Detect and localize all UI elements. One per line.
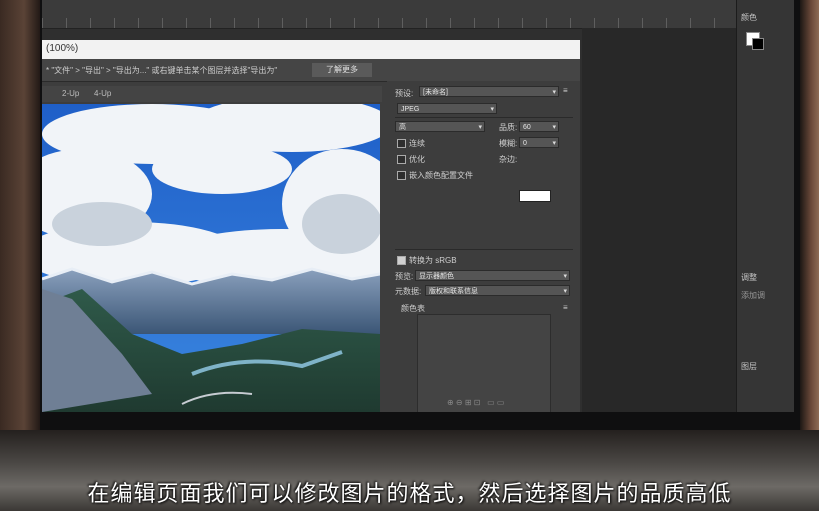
preview-dropdown[interactable]: 显示器颜色 ▾ (415, 270, 570, 281)
add-adjustment-text: 添加调 (741, 291, 765, 300)
preview-label: 预览: (395, 272, 414, 281)
preset-dropdown[interactable]: [未命名] ▾ (419, 86, 559, 97)
format-dropdown[interactable]: JPEG ▾ (397, 103, 497, 114)
embed-profile-label: 嵌入颜色配置文件 (409, 171, 473, 180)
info-bar: * "文件" > "导出" > "导出为..." 或右键单击某个图层并选择"导出… (42, 59, 580, 82)
dialog-title: (100%) (46, 43, 79, 54)
progressive-checkbox[interactable] (397, 139, 406, 148)
learn-more-button[interactable]: 了解更多 (312, 63, 372, 77)
image-preview (42, 104, 380, 412)
quality-input[interactable]: 60 ▾ (519, 121, 559, 132)
metadata-label: 元数据: (395, 287, 422, 296)
metadata-value: 版权和联系信息 (429, 288, 478, 295)
ruler (42, 0, 736, 29)
layers-panel-title[interactable]: 图层 (741, 361, 757, 372)
tab-2up[interactable]: 2-Up (62, 89, 79, 98)
color-table-label: 颜色表 (401, 304, 425, 313)
progressive-label: 连续 (409, 139, 425, 148)
metadata-dropdown[interactable]: 版权和联系信息 ▾ (425, 285, 570, 296)
color-panel-title[interactable]: 颜色 (741, 12, 757, 23)
video-subtitle: 在编辑页面我们可以修改图片的格式，然后选择图片的品质高低 (87, 482, 732, 507)
landscape-photo (42, 104, 380, 412)
preview-value: 显示器颜色 (419, 273, 454, 280)
optimized-checkbox[interactable] (397, 155, 406, 164)
blur-label: 模糊: (499, 139, 518, 148)
preset-label: 预设: (395, 89, 414, 98)
color-table-tools[interactable]: ⊕ ⊖ ⊞ ⊡ ▭ ▭ (447, 398, 505, 407)
embed-profile-checkbox[interactable] (397, 171, 406, 180)
optimized-label: 优化 (409, 155, 425, 164)
canvas-area (582, 28, 736, 412)
format-value: JPEG (401, 106, 420, 113)
dialog-titlebar: (100%) (42, 40, 580, 59)
info-text: * "文件" > "导出" > "导出为..." 或右键单击某个图层并选择"导出… (46, 66, 278, 75)
tab-4up[interactable]: 4-Up (94, 89, 111, 98)
quality-value: 高 (399, 124, 406, 131)
quality-dropdown[interactable]: 高 ▾ (395, 121, 485, 132)
matte-label: 杂边: (499, 155, 518, 164)
quality-label: 品质: (499, 123, 518, 132)
export-settings-panel: 预设: [未命名] ▾ ≡ JPEG ▾ 高 ▾ 品质: 60 ▾ 连续 模糊: 0 ▾ (387, 81, 580, 412)
color-table-menu-icon[interactable]: ≡ (563, 303, 568, 312)
convert-srgb-label: 转换为 sRGB (409, 256, 457, 265)
screen: 颜色 调整 添加调 图层 (100%) * "文件" > "导出" > "导出为… (42, 0, 794, 412)
export-as-dialog: (100%) * "文件" > "导出" > "导出为..." 或右键单击某个图… (42, 40, 580, 412)
background-color-swatch[interactable] (752, 38, 764, 50)
convert-srgb-checkbox[interactable] (397, 256, 406, 265)
preset-menu-icon[interactable]: ≡ (563, 86, 568, 95)
matte-color-swatch[interactable] (519, 190, 551, 202)
blur-input[interactable]: 0 ▾ (519, 137, 559, 148)
right-panel: 颜色 调整 添加调 图层 (736, 0, 794, 412)
quality-number: 60 (523, 124, 531, 131)
adjustments-panel-title[interactable]: 调整 (741, 272, 757, 283)
preview-tabs: 2-Up 4-Up (42, 86, 382, 102)
blur-value: 0 (523, 140, 527, 147)
preset-value: [未命名] (423, 89, 448, 96)
